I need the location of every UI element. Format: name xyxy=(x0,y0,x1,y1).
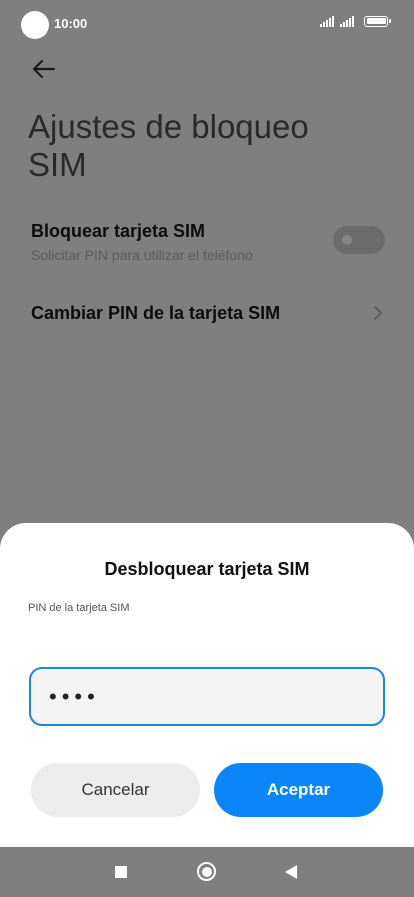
back-arrow-icon[interactable] xyxy=(28,56,60,82)
status-icons xyxy=(320,15,391,27)
change-pin-title: Cambiar PIN de la tarjeta SIM xyxy=(31,303,281,323)
lock-sim-title: Bloquear tarjeta SIM xyxy=(31,221,206,241)
pin-field-label: PIN de la tarjeta SIM xyxy=(28,602,130,614)
signal-icon xyxy=(320,15,334,27)
lock-sim-subtitle: Solicitar PIN para utilizar el teléfono xyxy=(31,247,253,263)
battery-icon xyxy=(364,15,391,27)
accept-button[interactable]: Aceptar xyxy=(214,763,383,817)
recents-square-icon[interactable] xyxy=(115,866,127,878)
back-triangle-icon[interactable] xyxy=(285,865,297,879)
pin-input[interactable] xyxy=(29,667,385,726)
notification-dot-icon xyxy=(21,11,49,39)
toggle-knob xyxy=(342,235,352,245)
dialog-title: Desbloquear tarjeta SIM xyxy=(104,559,310,579)
navigation-bar xyxy=(0,847,414,897)
change-pin-row[interactable]: Cambiar PIN de la tarjeta SIM xyxy=(31,303,385,324)
signal-icon xyxy=(340,15,354,27)
status-bar: 10:00 xyxy=(0,0,414,48)
chevron-right-icon xyxy=(374,306,382,320)
page-title: Ajustes de bloqueo SIM xyxy=(28,108,309,183)
home-circle-icon[interactable] xyxy=(197,862,216,881)
lock-sim-toggle[interactable] xyxy=(333,226,385,254)
lock-sim-row[interactable]: Bloquear tarjeta SIM Solicitar PIN para … xyxy=(31,221,385,263)
cancel-button[interactable]: Cancelar xyxy=(31,763,200,817)
status-time: 10:00 xyxy=(54,16,88,31)
unlock-sim-dialog: Desbloquear tarjeta SIM PIN de la tarjet… xyxy=(0,523,414,847)
